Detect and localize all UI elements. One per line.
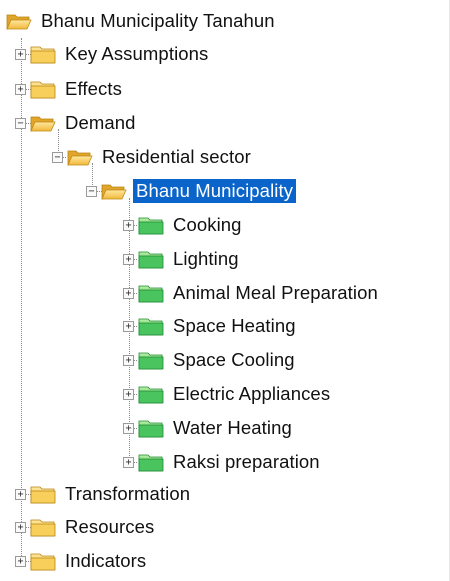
expand-toggle[interactable]: + bbox=[123, 422, 134, 434]
folder-closed-green-icon bbox=[138, 217, 164, 235]
tree-node-label: Raksi preparation bbox=[173, 451, 320, 472]
tree-node-child[interactable]: + Electric Appliances bbox=[123, 380, 333, 408]
tree-node-child[interactable]: + Cooking bbox=[123, 211, 245, 239]
expand-toggle[interactable]: + bbox=[123, 354, 134, 366]
folder-closed-icon bbox=[30, 46, 56, 64]
expand-toggle[interactable]: + bbox=[123, 456, 134, 468]
expand-toggle[interactable]: + bbox=[123, 388, 134, 400]
expand-toggle[interactable]: + bbox=[15, 521, 26, 533]
tree-node-child[interactable]: + Lighting bbox=[123, 245, 242, 273]
tree-node-label: Electric Appliances bbox=[173, 383, 331, 404]
folder-closed-green-icon bbox=[138, 285, 164, 303]
folder-closed-icon bbox=[30, 486, 56, 504]
tree-node-child[interactable]: + Space Heating bbox=[123, 312, 299, 340]
tree-node-label: Key Assumptions bbox=[65, 43, 209, 64]
tree-node-resources[interactable]: + Resources bbox=[15, 513, 157, 541]
tree-node-label: Effects bbox=[65, 78, 122, 99]
folder-closed-green-icon bbox=[138, 318, 164, 336]
folder-closed-green-icon bbox=[138, 420, 164, 438]
tree-node-transformation[interactable]: + Transformation bbox=[15, 480, 193, 508]
folder-closed-green-icon bbox=[138, 454, 164, 472]
folder-closed-icon bbox=[30, 81, 56, 99]
tree-node-label: Lighting bbox=[173, 248, 239, 269]
folder-closed-icon bbox=[30, 519, 56, 537]
tree-node-child[interactable]: + Raksi preparation bbox=[123, 448, 323, 476]
tree-node-residential-sector[interactable]: − Residential sector bbox=[52, 143, 254, 171]
tree-node-indicators[interactable]: + Indicators bbox=[15, 547, 149, 575]
folder-closed-green-icon bbox=[138, 352, 164, 370]
expand-toggle[interactable]: + bbox=[15, 488, 26, 500]
collapse-toggle[interactable]: − bbox=[52, 151, 63, 163]
tree-view: Bhanu Municipality Tanahun + Key Assumpt… bbox=[0, 0, 450, 581]
tree-node-key-assumptions[interactable]: + Key Assumptions bbox=[15, 40, 211, 68]
expand-toggle[interactable]: + bbox=[15, 48, 26, 60]
tree-node-effects[interactable]: + Effects bbox=[15, 75, 125, 103]
expand-toggle[interactable]: + bbox=[15, 555, 26, 567]
tree-node-label: Residential sector bbox=[102, 146, 251, 167]
expand-toggle[interactable]: + bbox=[123, 253, 134, 265]
tree-node-label: Animal Meal Preparation bbox=[173, 282, 378, 303]
expand-toggle[interactable]: + bbox=[123, 320, 134, 332]
tree-node-label: Indicators bbox=[65, 550, 147, 571]
tree-node-label: Demand bbox=[65, 112, 136, 133]
tree-node-child[interactable]: + Water Heating bbox=[123, 414, 295, 442]
tree-node-label: Bhanu Municipality Tanahun bbox=[41, 10, 275, 31]
folder-open-icon bbox=[30, 116, 56, 132]
folder-open-icon bbox=[6, 14, 32, 30]
tree-node-demand[interactable]: − Demand bbox=[15, 109, 139, 137]
folder-open-icon bbox=[67, 150, 93, 166]
tree-node-label: Space Cooling bbox=[173, 349, 295, 370]
folder-closed-icon bbox=[30, 553, 56, 571]
tree-node-label-selected: Bhanu Municipality bbox=[133, 179, 297, 203]
tree-node-bhanu-municipality[interactable]: − Bhanu Municipality bbox=[86, 177, 297, 205]
tree-node-label: Water Heating bbox=[173, 417, 292, 438]
tree-node-child[interactable]: + Animal Meal Preparation bbox=[123, 279, 381, 307]
tree-node-root[interactable]: Bhanu Municipality Tanahun bbox=[6, 7, 278, 35]
collapse-toggle[interactable]: − bbox=[15, 117, 26, 129]
folder-closed-green-icon bbox=[138, 386, 164, 404]
tree-node-label: Resources bbox=[65, 516, 155, 537]
folder-closed-green-icon bbox=[138, 251, 164, 269]
tree-node-label: Space Heating bbox=[173, 315, 296, 336]
tree-node-label: Transformation bbox=[65, 483, 191, 504]
tree-node-child[interactable]: + Space Cooling bbox=[123, 346, 298, 374]
expand-toggle[interactable]: + bbox=[123, 219, 134, 231]
collapse-toggle[interactable]: − bbox=[86, 185, 97, 197]
expand-toggle[interactable]: + bbox=[15, 83, 26, 95]
tree-node-label: Cooking bbox=[173, 214, 242, 235]
folder-open-icon bbox=[101, 184, 127, 200]
expand-toggle[interactable]: + bbox=[123, 287, 134, 299]
